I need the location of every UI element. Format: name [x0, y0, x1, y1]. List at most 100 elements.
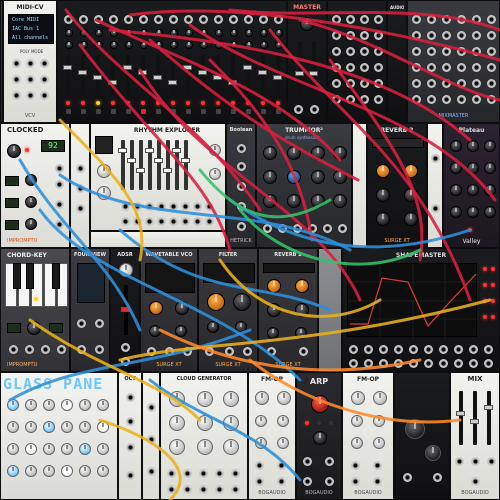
shapemaster-jack[interactable] [484, 359, 493, 368]
mute-button[interactable] [171, 109, 176, 114]
input-jack[interactable] [431, 204, 440, 213]
channel-fader[interactable] [183, 55, 192, 95]
channel-fader[interactable] [243, 55, 252, 95]
clock-output-jack[interactable] [55, 164, 64, 173]
fader-handle[interactable] [295, 71, 304, 76]
reverb2-module[interactable]: REVERB 2 SURGE XT [367, 123, 427, 248]
fader-handle[interactable] [118, 148, 127, 153]
mixmaster-jack[interactable] [442, 47, 451, 56]
channel-send-knob[interactable] [185, 41, 193, 49]
rhythm-output-jack[interactable] [181, 217, 190, 226]
channel-pan-knob[interactable] [200, 29, 208, 37]
audio-jack[interactable] [374, 47, 383, 56]
mix-fader[interactable] [456, 391, 465, 445]
mixmaster-jack[interactable] [427, 63, 436, 72]
mix-output-jack[interactable] [471, 477, 480, 486]
channel-send-knob[interactable] [275, 41, 283, 49]
mixmaster-jack[interactable] [487, 47, 496, 56]
channel-pan-knob[interactable] [275, 29, 283, 37]
audio-jack[interactable] [332, 63, 341, 72]
audio-jack[interactable] [374, 31, 383, 40]
shapemaster-jack[interactable] [454, 345, 463, 354]
input-jack[interactable] [95, 319, 104, 328]
plateau-knob[interactable] [467, 162, 479, 174]
cv-output-jack[interactable] [25, 345, 34, 354]
rhythm-output-jack[interactable] [205, 217, 214, 226]
channel-pan-knob[interactable] [80, 29, 88, 37]
channel-input-jack[interactable] [154, 15, 163, 24]
step-button[interactable] [97, 465, 109, 477]
env-knob[interactable] [277, 437, 289, 449]
ratio-knob[interactable] [25, 196, 37, 208]
ratio-knob[interactable] [25, 218, 37, 230]
mixmaster-jack[interactable] [457, 47, 466, 56]
step-button[interactable] [61, 443, 73, 455]
step-button[interactable] [25, 443, 37, 455]
midi-device-label[interactable]: IAC Bus 1 [12, 26, 39, 32]
octave-knob[interactable] [27, 321, 41, 335]
shapemaster-jack[interactable] [349, 345, 358, 354]
channel-fader[interactable] [108, 55, 117, 95]
cv-jack[interactable] [147, 347, 156, 356]
gate-output-jack[interactable] [325, 477, 334, 486]
rhythm-output-jack[interactable] [169, 202, 178, 211]
output-jack[interactable] [12, 59, 21, 68]
cv-jack[interactable] [351, 461, 360, 470]
channel-pan-knob[interactable] [230, 29, 238, 37]
plateau-knob[interactable] [484, 140, 496, 152]
channel-send-knob[interactable] [260, 41, 268, 49]
attack-knob[interactable] [119, 263, 133, 277]
input-jack[interactable] [147, 467, 156, 476]
ratio-knob[interactable] [255, 391, 269, 405]
cloud-param-knob[interactable] [169, 391, 185, 407]
audio-jack[interactable] [346, 95, 355, 104]
audio-jack[interactable] [360, 95, 369, 104]
mixmaster-jack[interactable] [472, 63, 481, 72]
channel-send-knob[interactable] [245, 41, 253, 49]
channel-fader[interactable] [198, 55, 207, 95]
mix-fader[interactable] [470, 391, 479, 445]
channel-input-jack[interactable] [274, 15, 283, 24]
filter-mod-knob[interactable] [207, 321, 219, 333]
channel-input-jack[interactable] [109, 15, 118, 24]
mixmaster-jack[interactable] [487, 31, 496, 40]
output-jack[interactable] [294, 105, 303, 114]
density-fader[interactable] [127, 140, 136, 190]
shapemaster-jack[interactable] [424, 345, 433, 354]
drum-cv-jack[interactable] [323, 224, 332, 233]
rhythm-output-jack[interactable] [193, 202, 202, 211]
fader-handle[interactable] [127, 158, 136, 163]
shapemaster-jack[interactable] [469, 345, 478, 354]
mute-button[interactable] [81, 109, 86, 114]
clock-output-jack[interactable] [55, 200, 64, 209]
master-fader[interactable] [309, 41, 318, 99]
drum-param-knob[interactable] [311, 170, 325, 184]
feedback-knob[interactable] [277, 415, 289, 427]
mute-button[interactable] [126, 109, 131, 114]
output-jack[interactable] [126, 471, 135, 480]
fader-handle[interactable] [121, 307, 130, 312]
mixmaster-jack[interactable] [472, 15, 481, 24]
density-fader[interactable] [136, 140, 145, 190]
plateau-reverb-module[interactable]: Plateau Valley [443, 123, 500, 248]
channel-send-knob[interactable] [80, 41, 88, 49]
shapemaster-jack[interactable] [484, 345, 493, 354]
channel-input-jack[interactable] [229, 15, 238, 24]
mixmaster-jack[interactable] [457, 31, 466, 40]
output-jack[interactable] [40, 59, 49, 68]
mixmaster-jack[interactable] [412, 31, 421, 40]
channel-pan-knob[interactable] [65, 29, 73, 37]
density-fader[interactable] [172, 140, 181, 190]
audio-jack[interactable] [346, 63, 355, 72]
channel-fader[interactable] [138, 55, 147, 95]
shapemaster-jack[interactable] [379, 359, 388, 368]
fader-handle[interactable] [93, 75, 102, 80]
step-module[interactable] [70, 123, 90, 248]
audio-jack[interactable] [360, 79, 369, 88]
cv-jack[interactable] [277, 477, 286, 486]
channel-input-jack[interactable] [79, 15, 88, 24]
reverb-knob[interactable] [376, 164, 390, 178]
fader-handle[interactable] [228, 80, 237, 85]
step-button[interactable] [61, 399, 73, 411]
fm-op-module[interactable]: FM-OP BOGAUDIO [248, 372, 296, 500]
